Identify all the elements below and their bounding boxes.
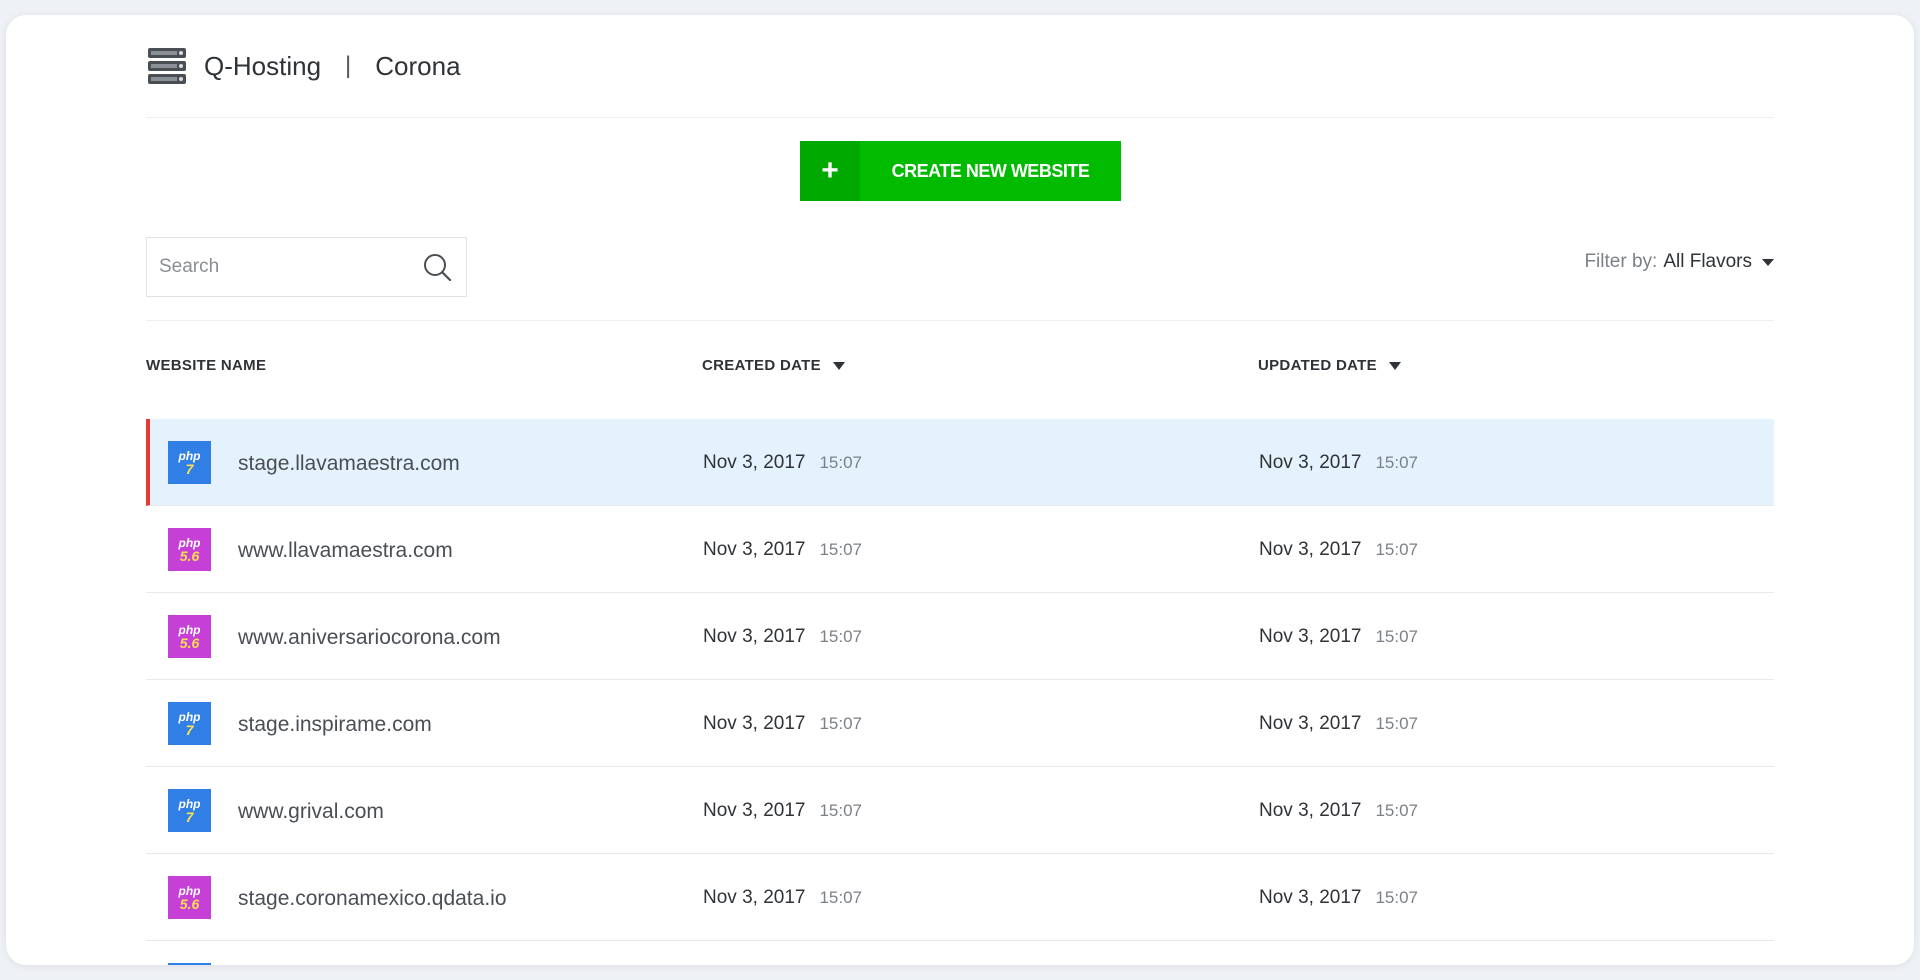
badge-language: php: [178, 622, 201, 637]
website-name[interactable]: stage.llavamaestra.com: [238, 452, 460, 476]
date-value: Nov 3, 2017: [703, 452, 806, 473]
time-value: 15:07: [819, 801, 863, 820]
badge-version: 5.6: [179, 895, 200, 912]
time-value: 15:07: [819, 540, 863, 559]
updated-date-cell: Nov 3, 2017 15:07: [1259, 887, 1418, 909]
date-value: Nov 3, 2017: [703, 713, 806, 734]
date-value: Nov 3, 2017: [1259, 713, 1362, 734]
column-header-website-name: WEBSITE NAME: [146, 357, 267, 374]
content-area: Q-Hosting | Corona + CREATE NEW WEBSITE …: [146, 15, 1774, 965]
php7-badge-icon: php7: [168, 789, 211, 832]
table-row[interactable]: php 7 stage.llavamaestra.com Nov 3, 2017 15:…: [146, 419, 1774, 506]
time-value: 15:07: [819, 888, 863, 907]
filter-label: Filter by:: [1584, 251, 1658, 272]
chevron-down-icon: [1762, 258, 1774, 266]
created-date-cell: Nov 3, 2017 15:07: [703, 539, 862, 561]
php7-badge-icon: php7: [168, 702, 211, 745]
badge-version: 7: [185, 721, 194, 738]
plus-icon: +: [800, 141, 860, 201]
table-row[interactable]: php7www.mineralesindustriales.comNov 3, …: [146, 941, 1774, 965]
project-name[interactable]: Corona: [375, 51, 460, 82]
main-card: Q-Hosting | Corona + CREATE NEW WEBSITE …: [6, 15, 1914, 965]
created-date-cell: Nov 3, 2017 15:07: [703, 626, 862, 648]
updated-date-cell: Nov 3, 2017 15:07: [1259, 713, 1418, 735]
website-name[interactable]: www.grival.com: [238, 800, 384, 824]
table-row[interactable]: php 7 www.grival.com Nov 3, 2017 15:07 Nov 3,…: [146, 767, 1774, 854]
php56-badge-icon: php 5.6: [168, 528, 211, 571]
time-value: 15:07: [1375, 453, 1419, 472]
time-value: 15:07: [1375, 627, 1419, 646]
created-date-cell: Nov 3, 2017 15:07: [703, 800, 862, 822]
badge-language: php: [178, 709, 201, 724]
time-value: 15:07: [1375, 714, 1419, 733]
time-value: 15:07: [1375, 888, 1419, 907]
php56-badge-icon: php 5.6: [168, 615, 211, 658]
table-toolbar: Filter by: All Flavors: [146, 221, 1774, 321]
table-row[interactable]: php 5.6 www.llavamaestra.com Nov 3, 2017 15:…: [146, 506, 1774, 593]
sort-caret-icon: [1388, 361, 1401, 370]
badge-language: php: [178, 883, 201, 898]
table-row[interactable]: php 7 stage.inspirame.com Nov 3, 2017 15:07 N…: [146, 680, 1774, 767]
badge-version: 5.6: [179, 547, 200, 564]
updated-date-cell: Nov 3, 2017 15:07: [1259, 626, 1418, 648]
badge-version: 5.6: [179, 634, 200, 651]
website-name[interactable]: stage.coronamexico.qdata.io: [238, 887, 507, 911]
updated-date-cell: Nov 3, 2017 15:07: [1259, 800, 1418, 822]
server-stack-icon: [148, 48, 186, 84]
created-date-cell: Nov 3, 2017 15:07: [703, 452, 862, 474]
updated-date-cell: Nov 3, 2017 15:07: [1259, 539, 1418, 561]
table-header: WEBSITE NAME CREATED DATE UPDATED DATE: [146, 345, 1774, 385]
badge-language: php: [178, 796, 201, 811]
date-value: Nov 3, 2017: [1259, 539, 1362, 560]
header-separator: |: [345, 52, 352, 79]
badge-version: 7: [185, 808, 194, 825]
created-date-cell: Nov 3, 2017 15:07: [703, 713, 862, 735]
date-value: Nov 3, 2017: [1259, 887, 1362, 908]
date-value: Nov 3, 2017: [703, 800, 806, 821]
date-value: Nov 3, 2017: [703, 539, 806, 560]
badge-language: php: [178, 535, 201, 550]
created-date-cell: Nov 3, 2017 15:07: [703, 887, 862, 909]
time-value: 15:07: [819, 453, 863, 472]
date-value: Nov 3, 2017: [703, 887, 806, 908]
badge-language: php: [178, 448, 201, 463]
php7-badge-icon: php7: [168, 441, 211, 484]
create-new-website-button[interactable]: + CREATE NEW WEBSITE: [800, 141, 1121, 201]
updated-date-cell: Nov 3, 2017 15:07: [1259, 452, 1418, 474]
date-value: Nov 3, 2017: [703, 626, 806, 647]
column-header-created-date[interactable]: CREATED DATE: [702, 357, 845, 374]
time-value: 15:07: [1375, 540, 1419, 559]
app-header: Q-Hosting | Corona: [146, 15, 1774, 118]
filter-value: All Flavors: [1663, 251, 1752, 272]
create-button-label: CREATE NEW WEBSITE: [891, 160, 1090, 181]
badge-version: 7: [185, 460, 194, 477]
date-value: Nov 3, 2017: [1259, 800, 1362, 821]
php7-badge-icon: php7: [168, 963, 211, 965]
brand-name[interactable]: Q-Hosting: [204, 51, 321, 82]
sort-caret-icon: [832, 361, 845, 370]
search-input[interactable]: [147, 238, 422, 296]
search-icon[interactable]: [422, 252, 452, 282]
date-value: Nov 3, 2017: [1259, 626, 1362, 647]
time-value: 15:07: [819, 714, 863, 733]
time-value: 15:07: [819, 627, 863, 646]
search-box: [146, 237, 467, 297]
websites-table-body: php 7 stage.llavamaestra.com Nov 3, 2017 15:…: [146, 419, 1774, 965]
website-name[interactable]: stage.inspirame.com: [238, 713, 432, 737]
table-row[interactable]: php 5.6 stage.coronamexico.qdata.io Nov 3, …: [146, 854, 1774, 941]
date-value: Nov 3, 2017: [1259, 452, 1362, 473]
table-row[interactable]: php 5.6 www.aniversariocorona.com Nov 3, 20…: [146, 593, 1774, 680]
time-value: 15:07: [1375, 801, 1419, 820]
php56-badge-icon: php 5.6: [168, 876, 211, 919]
flavor-filter-dropdown[interactable]: Filter by: All Flavors: [1584, 251, 1774, 273]
website-name[interactable]: www.llavamaestra.com: [238, 539, 453, 563]
column-header-updated-date[interactable]: UPDATED DATE: [1258, 357, 1401, 374]
website-name[interactable]: www.aniversariocorona.com: [238, 626, 501, 650]
